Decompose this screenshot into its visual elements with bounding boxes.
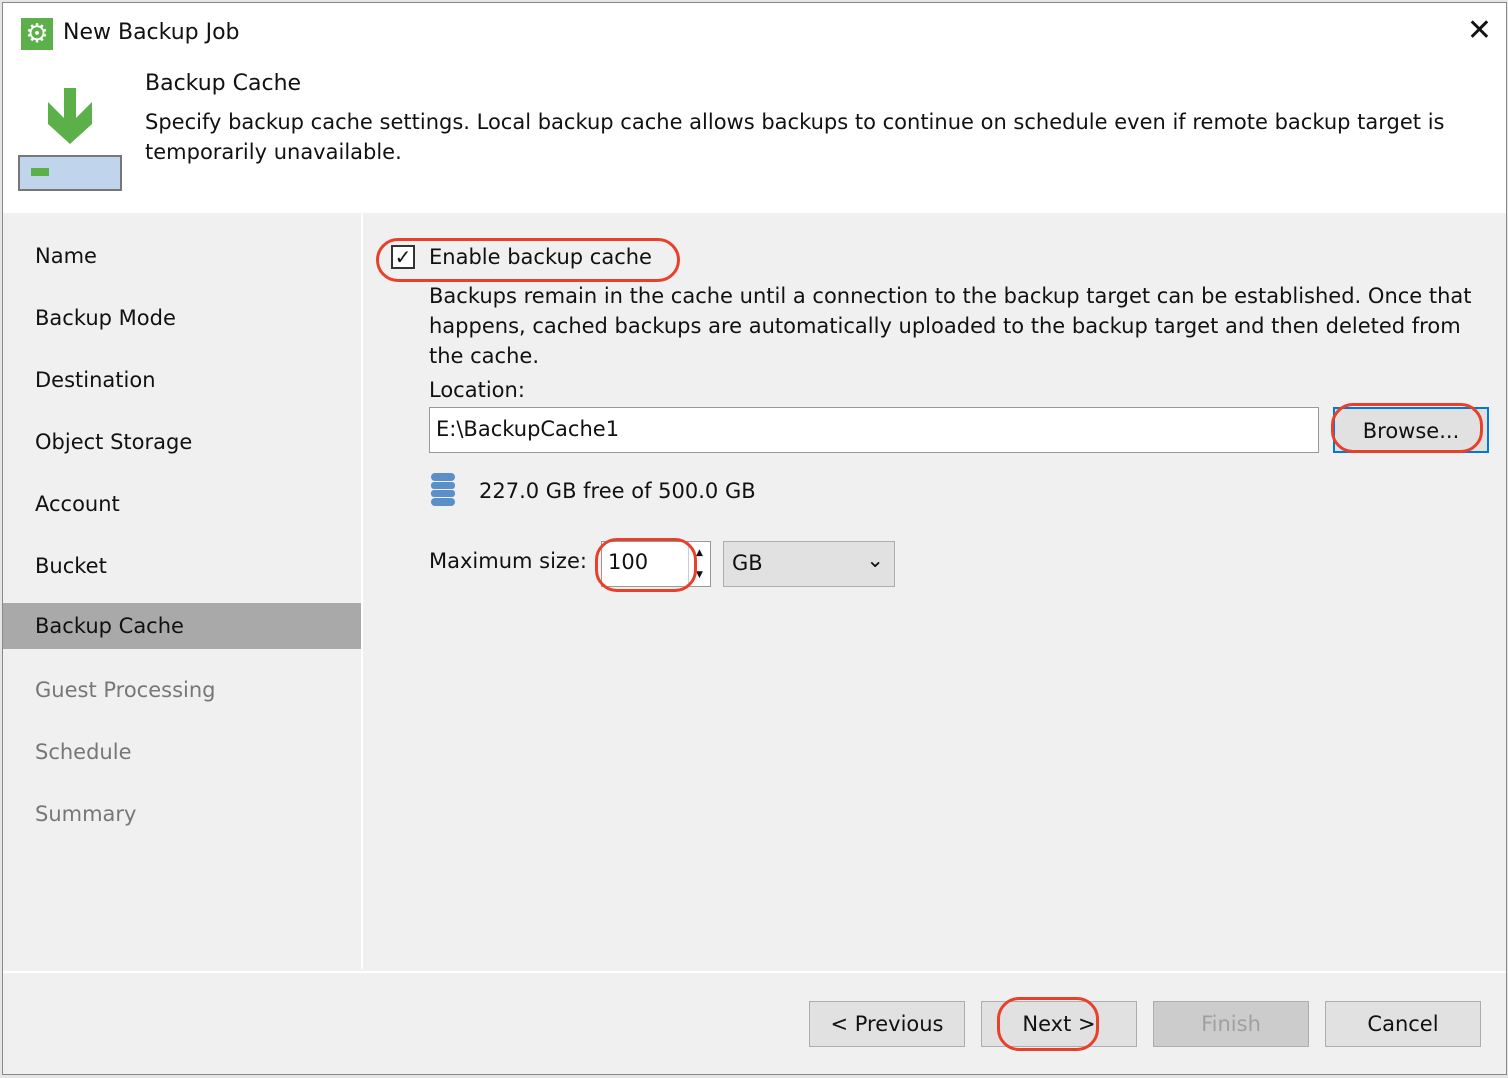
sidebar-item-schedule: Schedule: [35, 740, 132, 764]
dialog-header: ⚙ New Backup Job ✕ Backup Cache Specify …: [3, 3, 1506, 213]
sidebar-item-name[interactable]: Name: [3, 233, 361, 279]
finish-button: Finish: [1153, 1001, 1309, 1047]
next-button[interactable]: Next >: [981, 1001, 1137, 1047]
backup-cache-panel: ✓ Enable backup cache Backups remain in …: [365, 213, 1505, 969]
page-title: Backup Cache: [145, 71, 302, 96]
sidebar-item-object-storage[interactable]: Object Storage: [3, 419, 361, 465]
gear-icon: ⚙: [21, 18, 53, 50]
free-space-text: 227.0 GB free of 500.0 GB: [479, 479, 756, 503]
new-backup-job-dialog: ⚙ New Backup Job ✕ Backup Cache Specify …: [2, 2, 1507, 1075]
sidebar-item-backup-mode[interactable]: Backup Mode: [3, 295, 361, 341]
sidebar-item-guest-processing: Guest Processing: [35, 678, 216, 702]
cancel-button[interactable]: Cancel: [1325, 1001, 1481, 1047]
location-input[interactable]: E:\BackupCache1: [429, 407, 1319, 453]
previous-button[interactable]: < Previous: [809, 1001, 965, 1047]
wizard-steps: Name Backup Mode Destination Object Stor…: [3, 213, 363, 969]
download-to-disk-icon: [18, 88, 122, 191]
close-icon[interactable]: ✕: [1467, 13, 1492, 48]
size-unit-value: GB: [732, 551, 763, 575]
page-description: Specify backup cache settings. Local bac…: [145, 110, 1445, 164]
sidebar-item-backup-cache[interactable]: Backup Cache: [3, 603, 361, 649]
max-size-stepper[interactable]: 100 ▲ ▼: [601, 541, 711, 587]
increment-button[interactable]: ▲: [689, 542, 710, 564]
max-size-value[interactable]: 100: [608, 550, 648, 574]
chevron-down-icon: ⌄: [866, 548, 884, 572]
window-title: New Backup Job: [63, 20, 240, 45]
enable-backup-cache-checkbox[interactable]: ✓: [391, 245, 415, 269]
dialog-footer: < Previous Next > Finish Cancel: [3, 971, 1506, 1076]
sidebar-item-summary: Summary: [35, 802, 137, 826]
enable-backup-cache-label[interactable]: Enable backup cache: [429, 245, 652, 269]
size-unit-select[interactable]: GB ⌄: [723, 541, 895, 587]
database-icon: [431, 473, 455, 506]
cache-description: Backups remain in the cache until a conn…: [429, 284, 1472, 368]
sidebar-item-destination[interactable]: Destination: [3, 357, 361, 403]
sidebar-item-bucket[interactable]: Bucket: [3, 543, 361, 589]
location-label: Location:: [429, 378, 525, 402]
max-size-label: Maximum size:: [429, 549, 587, 573]
sidebar-item-account[interactable]: Account: [3, 481, 361, 527]
decrement-button[interactable]: ▼: [689, 564, 710, 586]
browse-button[interactable]: Browse...: [1333, 407, 1489, 453]
